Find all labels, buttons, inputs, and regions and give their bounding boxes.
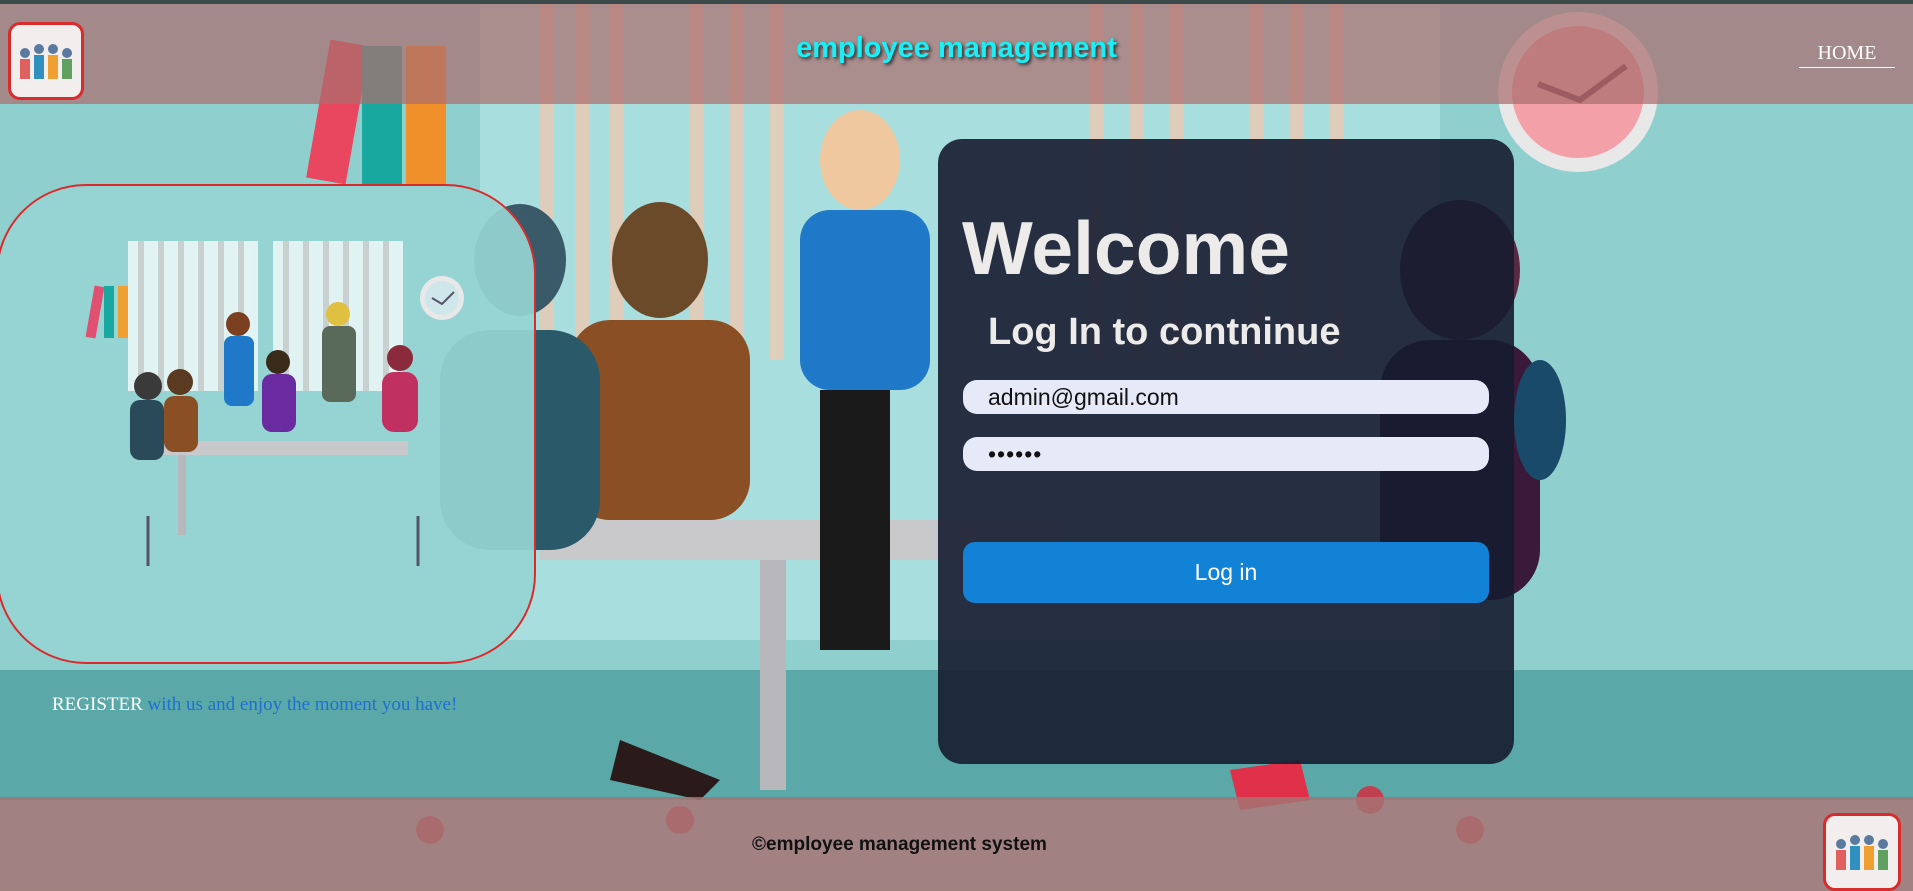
top-header: employee management HOME	[0, 0, 1913, 104]
copyright-text: ©employee management system	[752, 834, 1047, 855]
footer: ©employee management system	[0, 797, 1913, 891]
login-button[interactable]: Log in	[963, 542, 1489, 603]
site-title: employee management	[796, 32, 1117, 64]
password-field[interactable]	[963, 437, 1489, 471]
register-tagline: with us and enjoy the moment you have!	[142, 694, 458, 715]
office-team-image	[0, 184, 536, 664]
login-card: Welcome Log In to contninue Log in	[938, 139, 1514, 764]
register-prompt: REGISTER with us and enjoy the moment yo…	[52, 694, 457, 716]
welcome-heading: Welcome	[962, 206, 1290, 290]
register-link[interactable]: REGISTER	[52, 694, 143, 715]
team-logo-icon[interactable]	[1823, 813, 1901, 891]
login-subtitle: Log In to contninue	[988, 311, 1341, 353]
email-field[interactable]	[963, 380, 1489, 414]
nav-home-link[interactable]: HOME	[1799, 42, 1895, 68]
